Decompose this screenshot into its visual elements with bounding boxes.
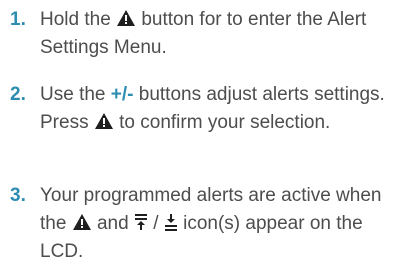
alert-triangle-icon bbox=[116, 9, 136, 27]
alert-triangle-icon bbox=[72, 213, 92, 231]
step-text-segment: and bbox=[91, 213, 134, 234]
step-number: 1. bbox=[10, 9, 26, 30]
step-text: Hold the button for to enter the Alert S… bbox=[40, 6, 395, 62]
step-text-segment: Hold the bbox=[40, 9, 117, 30]
step-text: Your programmed alerts are active when t… bbox=[40, 182, 395, 266]
step-number: 2. bbox=[10, 84, 26, 105]
step-text-segment: to confirm your selection. bbox=[113, 112, 331, 133]
plus-minus-label: +/- bbox=[110, 84, 134, 105]
instructions-list: 1. Hold the button for to enter the Aler… bbox=[0, 0, 399, 270]
alert-triangle-icon bbox=[94, 112, 114, 130]
high-alert-icon bbox=[134, 213, 148, 231]
step-number: 3. bbox=[10, 185, 26, 206]
step-text: Use the +/- buttons adjust alerts settin… bbox=[40, 81, 395, 137]
step-text-segment: Use the bbox=[40, 84, 111, 105]
low-alert-icon bbox=[164, 213, 178, 231]
step-text-segment: / bbox=[147, 213, 164, 234]
